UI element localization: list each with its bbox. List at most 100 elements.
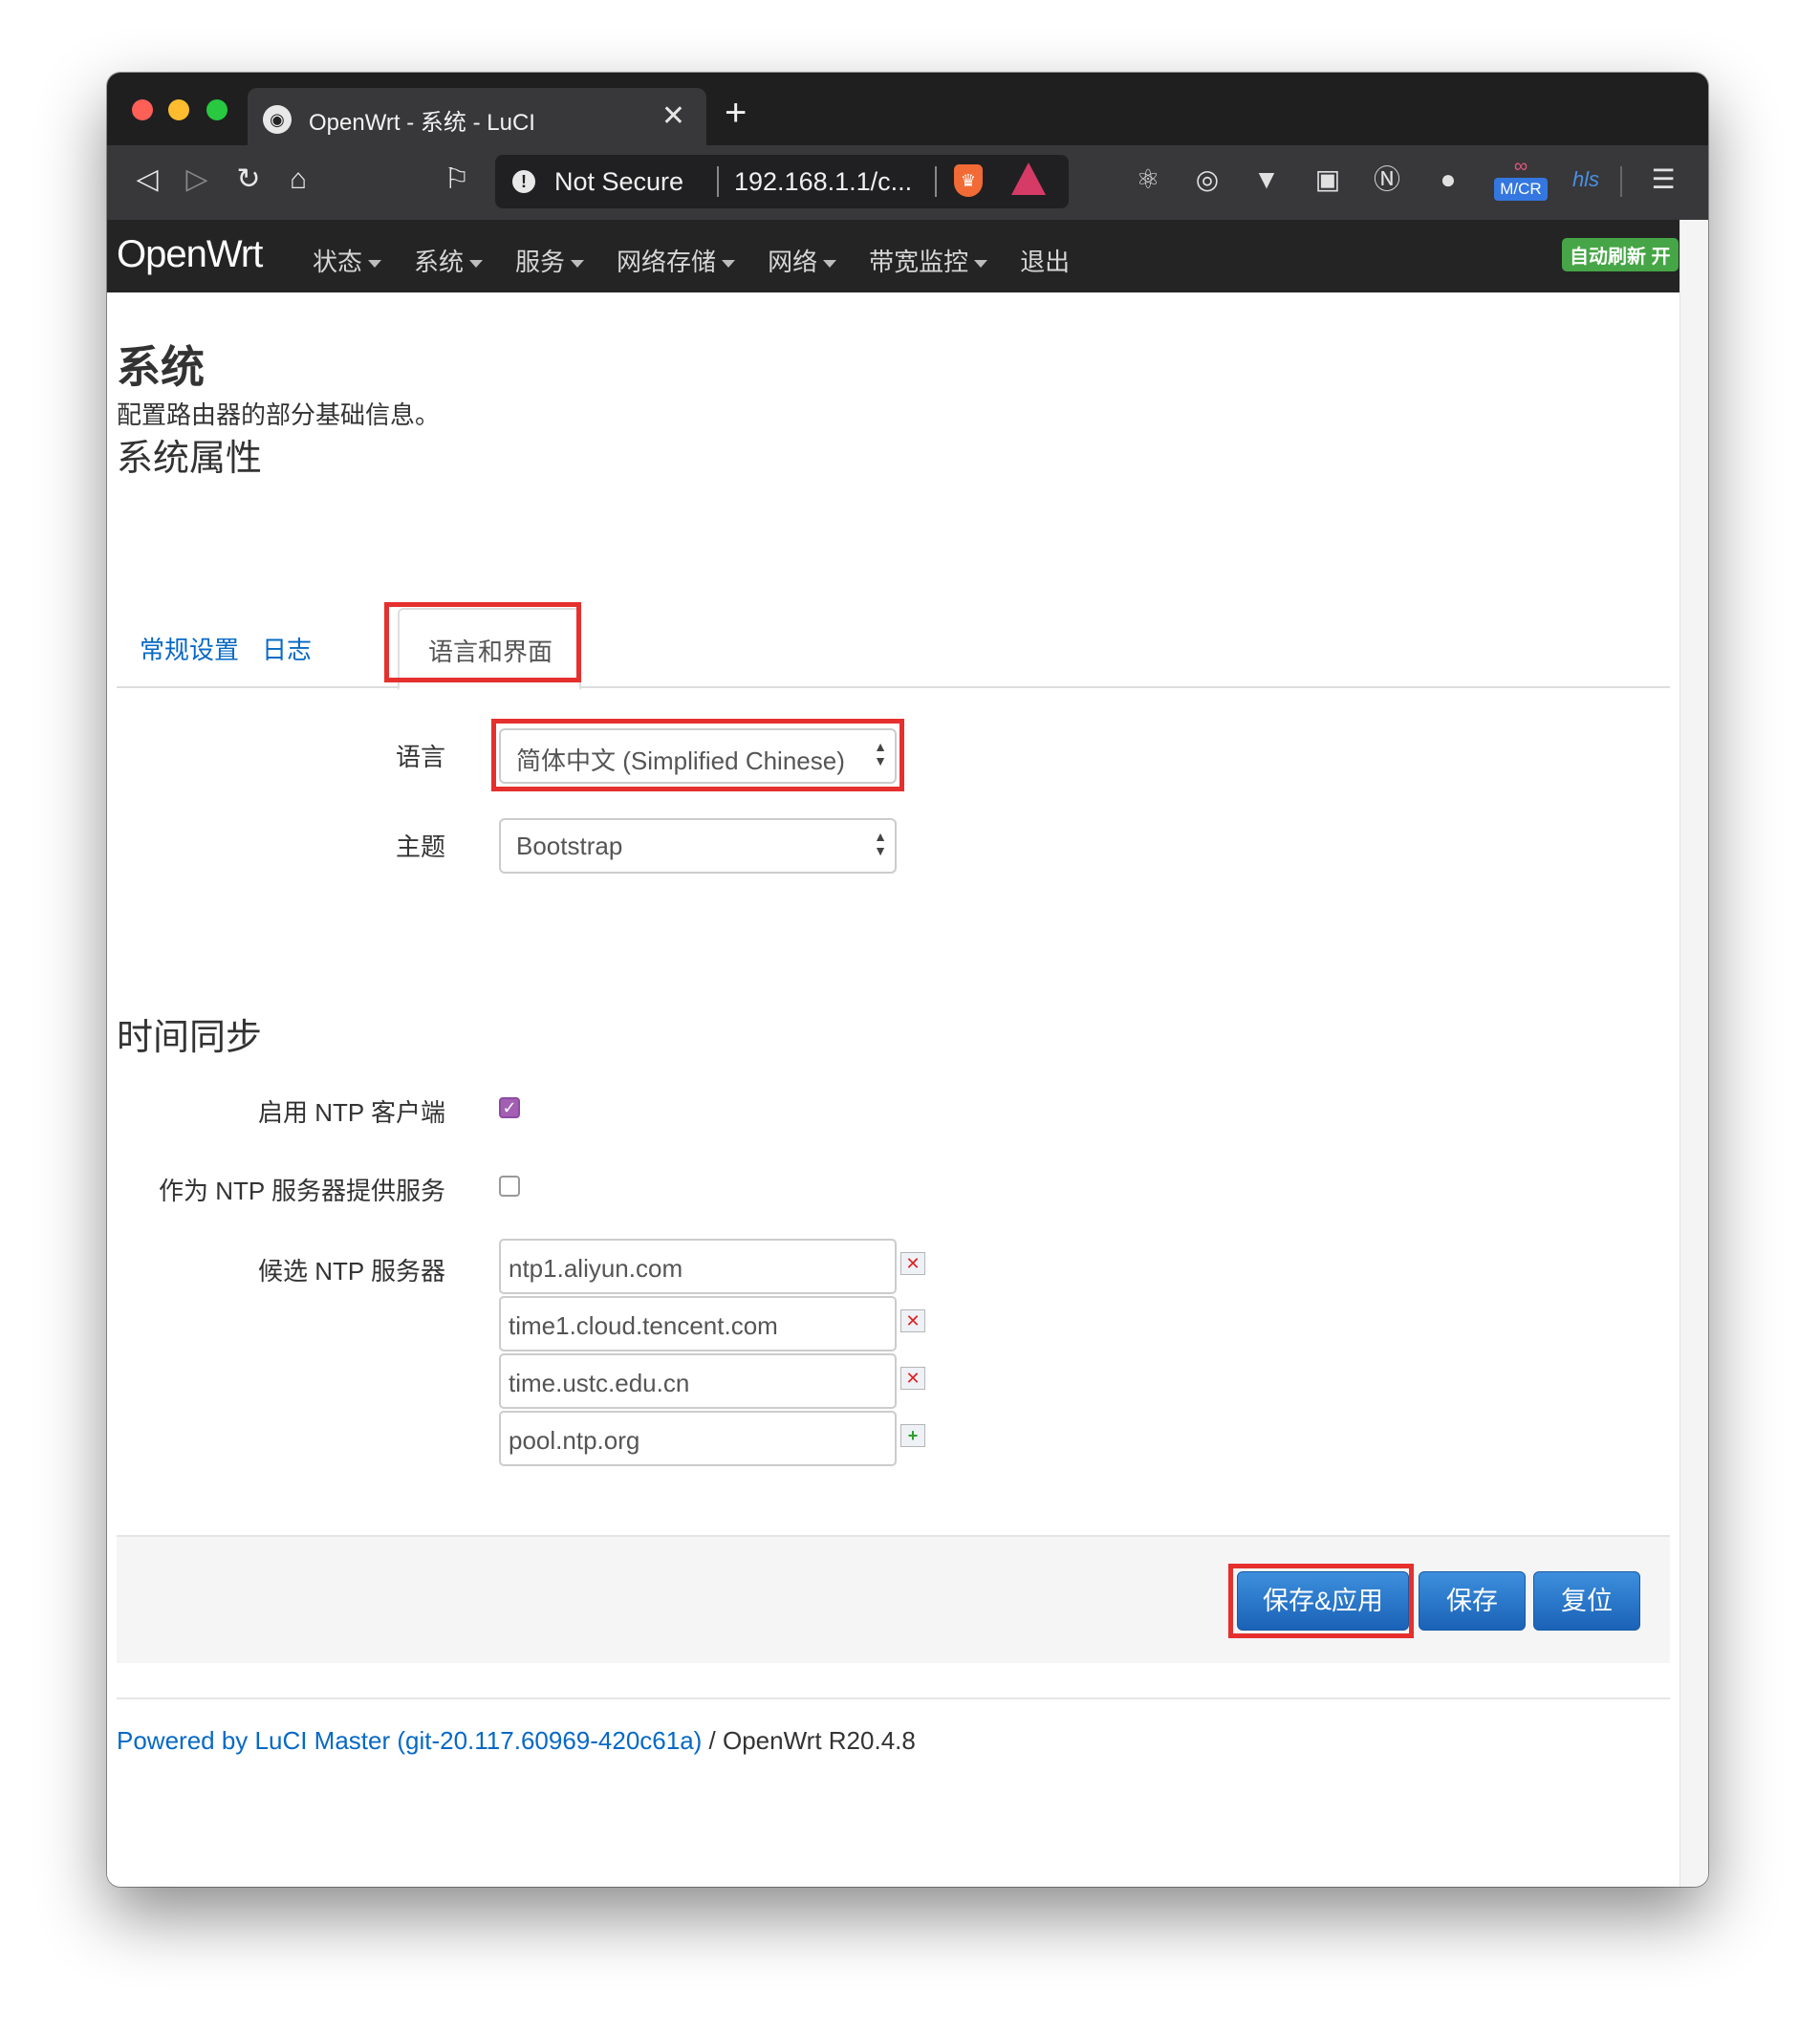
main-content: 系统 配置路由器的部分基础信息。 系统属性 常规设置 日志 语言和界面 语言 简… [107,292,1679,1887]
nav-label: 系统 [414,248,465,276]
ntp-server-checkbox[interactable] [499,1176,520,1197]
circle-extension-icon[interactable]: ● [1427,159,1469,201]
section-title-time-sync: 时间同步 [117,1018,263,1058]
reload-icon[interactable]: ↻ [228,159,270,201]
favicon-icon: ◉ [263,105,292,134]
nav-item-services[interactable]: 服务 [515,243,585,278]
ntp-server-value: pool.ntp.org [509,1426,640,1455]
highlight-box-save-apply [1228,1564,1414,1638]
url-divider [935,166,937,197]
ntp-candidates-label: 候选 NTP 服务器 [258,1257,445,1286]
security-label: Not Secure [554,167,684,196]
openwrt-header: OpenWrt 状态 系统 服务 网络存储 网络 带宽监控 退出 自动刷新 开 [107,220,1679,292]
browser-toolbar: ◁ ▷ ↻ ⌂ ⚐ ! Not Secure 192.168.1.1/c... … [107,145,1708,220]
ntp-server-input[interactable]: ntp1.aliyun.com [499,1239,897,1294]
nav-item-bandwidth[interactable]: 带宽监控 [869,243,988,278]
ntp-server-value: time1.cloud.tencent.com [509,1311,778,1340]
ntp-server-input[interactable]: time.ustc.edu.cn [499,1353,897,1409]
ntp-server-label: 作为 NTP 服务器提供服务 [159,1177,445,1205]
reset-button[interactable]: 复位 [1533,1571,1640,1631]
url-divider [717,166,719,197]
remove-icon[interactable]: ✕ [900,1252,925,1275]
close-tab-icon[interactable]: ✕ [661,99,685,133]
language-label: 语言 [395,743,445,771]
nav-item-logout[interactable]: 退出 [1020,243,1070,278]
home-icon[interactable]: ⌂ [277,159,319,201]
nav-item-system[interactable]: 系统 [414,243,484,278]
page-scrollbar[interactable] [1679,220,1708,1887]
mcr-extension-icon[interactable]: ∞ M/CR [1494,157,1548,203]
ntp-server-value: ntp1.aliyun.com [509,1254,683,1283]
theme-select-value: Bootstrap [516,832,623,860]
caret-down-icon [722,260,736,269]
nav-label: 服务 [515,248,566,276]
form-actions: 保存&应用 保存 复位 [117,1535,1670,1663]
close-window-button[interactable] [132,99,153,120]
page-title: 系统 [117,342,205,392]
caret-down-icon [974,260,988,269]
browser-window: ◉ OpenWrt - 系统 - LuCI ✕ + ◁ ▷ ↻ ⌂ ⚐ ! No… [107,73,1708,1887]
notion-icon[interactable]: Ⓝ [1366,159,1408,201]
auto-refresh-badge[interactable]: 自动刷新 开 [1562,238,1679,271]
toolbar-divider [1620,166,1622,197]
highlight-box-tab [384,602,581,682]
mcr-label: M/CR [1494,178,1548,201]
back-icon[interactable]: ◁ [126,159,168,201]
select-arrows-icon: ▲ ▼ [874,829,887,858]
tab-logging[interactable]: 日志 [262,631,312,666]
zoom-window-button[interactable] [206,99,228,120]
tab-general[interactable]: 常规设置 [140,631,239,666]
caret-down-icon [469,260,484,269]
new-tab-icon[interactable]: + [725,94,747,132]
brave-shield-icon[interactable]: ♛ [954,164,983,197]
nav-label: 退出 [1020,248,1071,276]
tab-title: OpenWrt - 系统 - LuCI [309,110,535,136]
hls-extension-icon[interactable]: hls [1565,159,1607,201]
not-secure-icon[interactable]: ! [512,170,535,193]
remove-icon[interactable]: ✕ [900,1367,925,1390]
footer-separator: / [702,1726,723,1755]
brand-logo[interactable]: OpenWrt [117,233,263,276]
openwrt-version: OpenWrt R20.4.8 [723,1726,916,1755]
address-bar[interactable]: ! Not Secure 192.168.1.1/c... ♛ [495,155,1069,208]
footer: Powered by LuCI Master (git-20.117.60969… [117,1726,916,1756]
mcr-glyph-icon: ∞ [1513,156,1528,177]
theme-select[interactable]: Bootstrap ▲ ▼ [499,818,897,874]
vue-devtools-icon[interactable]: ▼ [1246,159,1288,201]
checkmark-icon: ✓ [502,1098,517,1117]
browser-tab[interactable]: ◉ OpenWrt - 系统 - LuCI ✕ [248,88,706,145]
ntp-server-input[interactable]: time1.cloud.tencent.com [499,1296,897,1351]
nav-label: 带宽监控 [869,248,969,276]
caret-down-icon [368,260,382,269]
nav-label: 状态 [313,248,363,276]
nav-label: 网络存储 [617,248,717,276]
forward-icon[interactable]: ▷ [176,159,218,201]
footer-divider [117,1697,1670,1699]
browser-tab-bar: ◉ OpenWrt - 系统 - LuCI ✕ + [107,73,1708,145]
remove-icon[interactable]: ✕ [900,1309,925,1332]
nav-item-network[interactable]: 网络 [768,243,837,278]
ntp-client-label: 启用 NTP 客户端 [258,1098,445,1127]
theme-label: 主题 [395,832,445,861]
nav-item-nas[interactable]: 网络存储 [617,243,736,278]
bookmark-icon[interactable]: ⚐ [436,159,478,201]
target-extension-icon[interactable]: ◎ [1186,159,1228,201]
nav-label: 网络 [768,248,818,276]
url-text[interactable]: 192.168.1.1/c... [734,167,912,197]
nav-item-status[interactable]: 状态 [313,243,382,278]
brave-rewards-icon[interactable] [1011,162,1046,195]
picture-in-picture-icon[interactable]: ▣ [1307,159,1349,201]
minimize-window-button[interactable] [168,99,189,120]
caret-down-icon [823,260,837,269]
highlight-box-language [491,719,904,791]
react-devtools-icon[interactable]: ⚛ [1127,159,1169,201]
luci-link[interactable]: Powered by LuCI Master (git-20.117.60969… [117,1726,702,1755]
caret-down-icon [571,260,585,269]
add-icon[interactable]: + [900,1424,925,1447]
ntp-client-checkbox[interactable]: ✓ [499,1097,520,1118]
ntp-server-input[interactable]: pool.ntp.org [499,1411,897,1466]
ntp-server-value: time.ustc.edu.cn [509,1369,690,1397]
save-button[interactable]: 保存 [1419,1571,1526,1631]
section-tabs: 常规设置 日志 语言和界面 [117,608,1670,690]
menu-icon[interactable]: ☰ [1642,159,1684,201]
